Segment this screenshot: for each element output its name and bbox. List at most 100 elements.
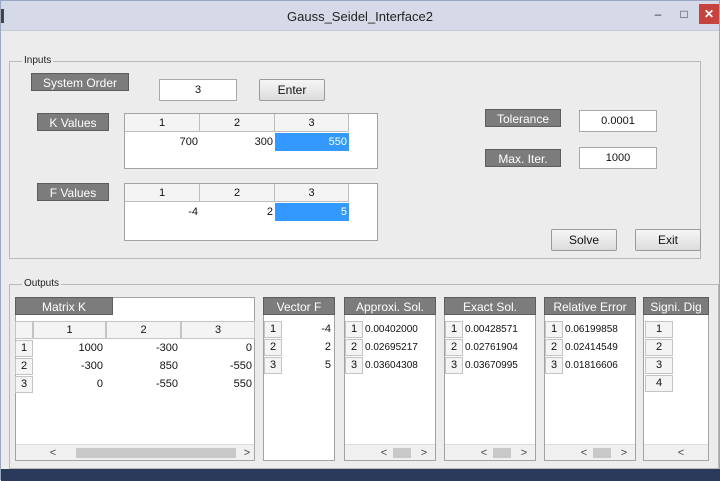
approx-sol-row-header: 1 <box>345 321 363 338</box>
matrix-k-row-header: 1 <box>15 340 33 357</box>
relative-error-row-header: 1 <box>545 321 563 338</box>
matrix-k-cell: -550 <box>155 378 178 390</box>
matrix-k-label: Matrix K <box>15 297 113 315</box>
vector-f-cell: 5 <box>324 359 331 371</box>
signi-dig-label: Signi. Dig <box>643 297 709 315</box>
vector-f-row-header: 1 <box>264 321 282 338</box>
max-iter-input[interactable]: 1000 <box>579 147 657 169</box>
approx-sol-scrollbar[interactable]: < > <box>345 444 435 460</box>
f-value-cell-selected[interactable]: 5 <box>275 203 349 221</box>
scroll-left-icon[interactable]: < <box>674 446 688 460</box>
enter-button[interactable]: Enter <box>259 79 325 101</box>
matrix-k-cell: 0 <box>96 378 103 390</box>
f-values-label: F Values <box>37 183 109 201</box>
f-col-header: 1 <box>125 184 200 202</box>
approx-sol-cell: 0.02695217 <box>365 342 418 353</box>
scroll-left-icon[interactable]: < <box>577 446 591 460</box>
vector-f-row-header: 2 <box>264 339 282 356</box>
exact-sol-cell: 0.00428571 <box>465 324 518 335</box>
signi-dig-row-header: 4 <box>645 375 673 392</box>
matrix-k-cell: 1000 <box>78 342 103 354</box>
maximize-icon[interactable]: □ <box>675 4 693 24</box>
f-col-header: 3 <box>275 184 349 202</box>
k-value-cell-selected[interactable]: 550 <box>275 133 349 151</box>
exact-sol-scrollbar[interactable]: < > <box>445 444 535 460</box>
relative-error-cell: 0.01816606 <box>565 360 618 371</box>
signi-dig-row-header: 3 <box>645 357 673 374</box>
matrix-k-cell: 550 <box>233 378 252 390</box>
exit-button[interactable]: Exit <box>635 229 701 251</box>
scroll-thumb[interactable] <box>593 448 611 458</box>
signi-dig-row-header: 2 <box>645 339 673 356</box>
matrix-k-row-header: 3 <box>15 376 33 393</box>
f-value-cell[interactable]: -4 <box>125 203 200 221</box>
relative-error-row-header: 2 <box>545 339 563 356</box>
tolerance-label: Tolerance <box>485 109 561 127</box>
system-order-label: System Order <box>31 73 129 91</box>
relative-error-row-header: 3 <box>545 357 563 374</box>
tolerance-input[interactable]: 0.0001 <box>579 110 657 132</box>
f-value-cell[interactable]: 2 <box>200 203 275 221</box>
vector-f-label: Vector F <box>263 297 335 315</box>
matrix-k-scrollbar[interactable]: < > <box>16 444 254 460</box>
approx-sol-row-header: 3 <box>345 357 363 374</box>
approx-sol-row-header: 2 <box>345 339 363 356</box>
approx-sol-label: Approxi. Sol. <box>344 297 436 315</box>
matrix-k-cell: -300 <box>80 360 103 372</box>
k-value-cell[interactable]: 300 <box>200 133 275 151</box>
exact-sol-cell: 0.03670995 <box>465 360 518 371</box>
exact-sol-cell: 0.02761904 <box>465 342 518 353</box>
scroll-right-icon[interactable]: > <box>417 446 431 460</box>
exact-sol-row-header: 2 <box>445 339 463 356</box>
relative-error-scrollbar[interactable]: < > <box>545 444 635 460</box>
signi-dig-row-header: 1 <box>645 321 673 338</box>
matrix-k-cell: -300 <box>155 342 178 354</box>
exact-sol-label: Exact Sol. <box>444 297 536 315</box>
matrix-k-row-header: 2 <box>15 358 33 375</box>
approx-sol-cell: 0.03604308 <box>365 360 418 371</box>
scroll-right-icon[interactable]: > <box>517 446 531 460</box>
k-col-header: 2 <box>200 114 275 132</box>
taskbar <box>1 469 720 481</box>
scroll-thumb[interactable] <box>493 448 511 458</box>
exact-sol-row-header: 3 <box>445 357 463 374</box>
scroll-left-icon[interactable]: < <box>46 446 60 460</box>
k-values-table[interactable]: 1 2 3 700 300 550 <box>124 113 378 169</box>
max-iter-label: Max. Iter. <box>485 149 561 167</box>
vector-f-cell: 2 <box>324 341 331 353</box>
solve-button[interactable]: Solve <box>551 229 617 251</box>
signi-dig-scrollbar[interactable]: < <box>644 444 708 460</box>
scroll-right-icon[interactable]: > <box>240 446 254 460</box>
k-value-cell[interactable]: 700 <box>125 133 200 151</box>
app-window: Gauss_Seidel_Interface2 – □ ✕ Inputs Sys… <box>0 0 720 481</box>
system-order-input[interactable]: 3 <box>159 79 237 101</box>
matrix-k-col-header: 2 <box>106 321 181 339</box>
scroll-left-icon[interactable]: < <box>477 446 491 460</box>
close-icon[interactable]: ✕ <box>699 4 719 24</box>
minimize-icon[interactable]: – <box>649 4 667 24</box>
f-col-header: 2 <box>200 184 275 202</box>
approx-sol-cell: 0.00402000 <box>365 324 418 335</box>
matrix-k-col-header: 3 <box>181 321 255 339</box>
k-col-header: 1 <box>125 114 200 132</box>
k-values-label: K Values <box>37 113 109 131</box>
f-values-table[interactable]: 1 2 3 -4 2 5 <box>124 183 378 241</box>
relative-error-cell: 0.02414549 <box>565 342 618 353</box>
title-bar: Gauss_Seidel_Interface2 – □ ✕ <box>1 1 719 31</box>
scroll-thumb[interactable] <box>393 448 411 458</box>
matrix-k-cell: -550 <box>229 360 252 372</box>
matrix-k-col-header: 1 <box>33 321 106 339</box>
relative-error-label: Relative Error <box>544 297 636 315</box>
matrix-k-cell: 0 <box>245 342 252 354</box>
scroll-thumb[interactable] <box>76 448 236 458</box>
inputs-legend: Inputs <box>22 55 54 66</box>
scroll-left-icon[interactable]: < <box>377 446 391 460</box>
relative-error-cell: 0.06199858 <box>565 324 618 335</box>
exact-sol-row-header: 1 <box>445 321 463 338</box>
matrix-k-cell: 850 <box>159 360 178 372</box>
scroll-right-icon[interactable]: > <box>617 446 631 460</box>
k-col-header: 3 <box>275 114 349 132</box>
vector-f-cell: -4 <box>321 323 331 335</box>
vector-f-row-header: 3 <box>264 357 282 374</box>
outputs-legend: Outputs <box>22 278 62 289</box>
